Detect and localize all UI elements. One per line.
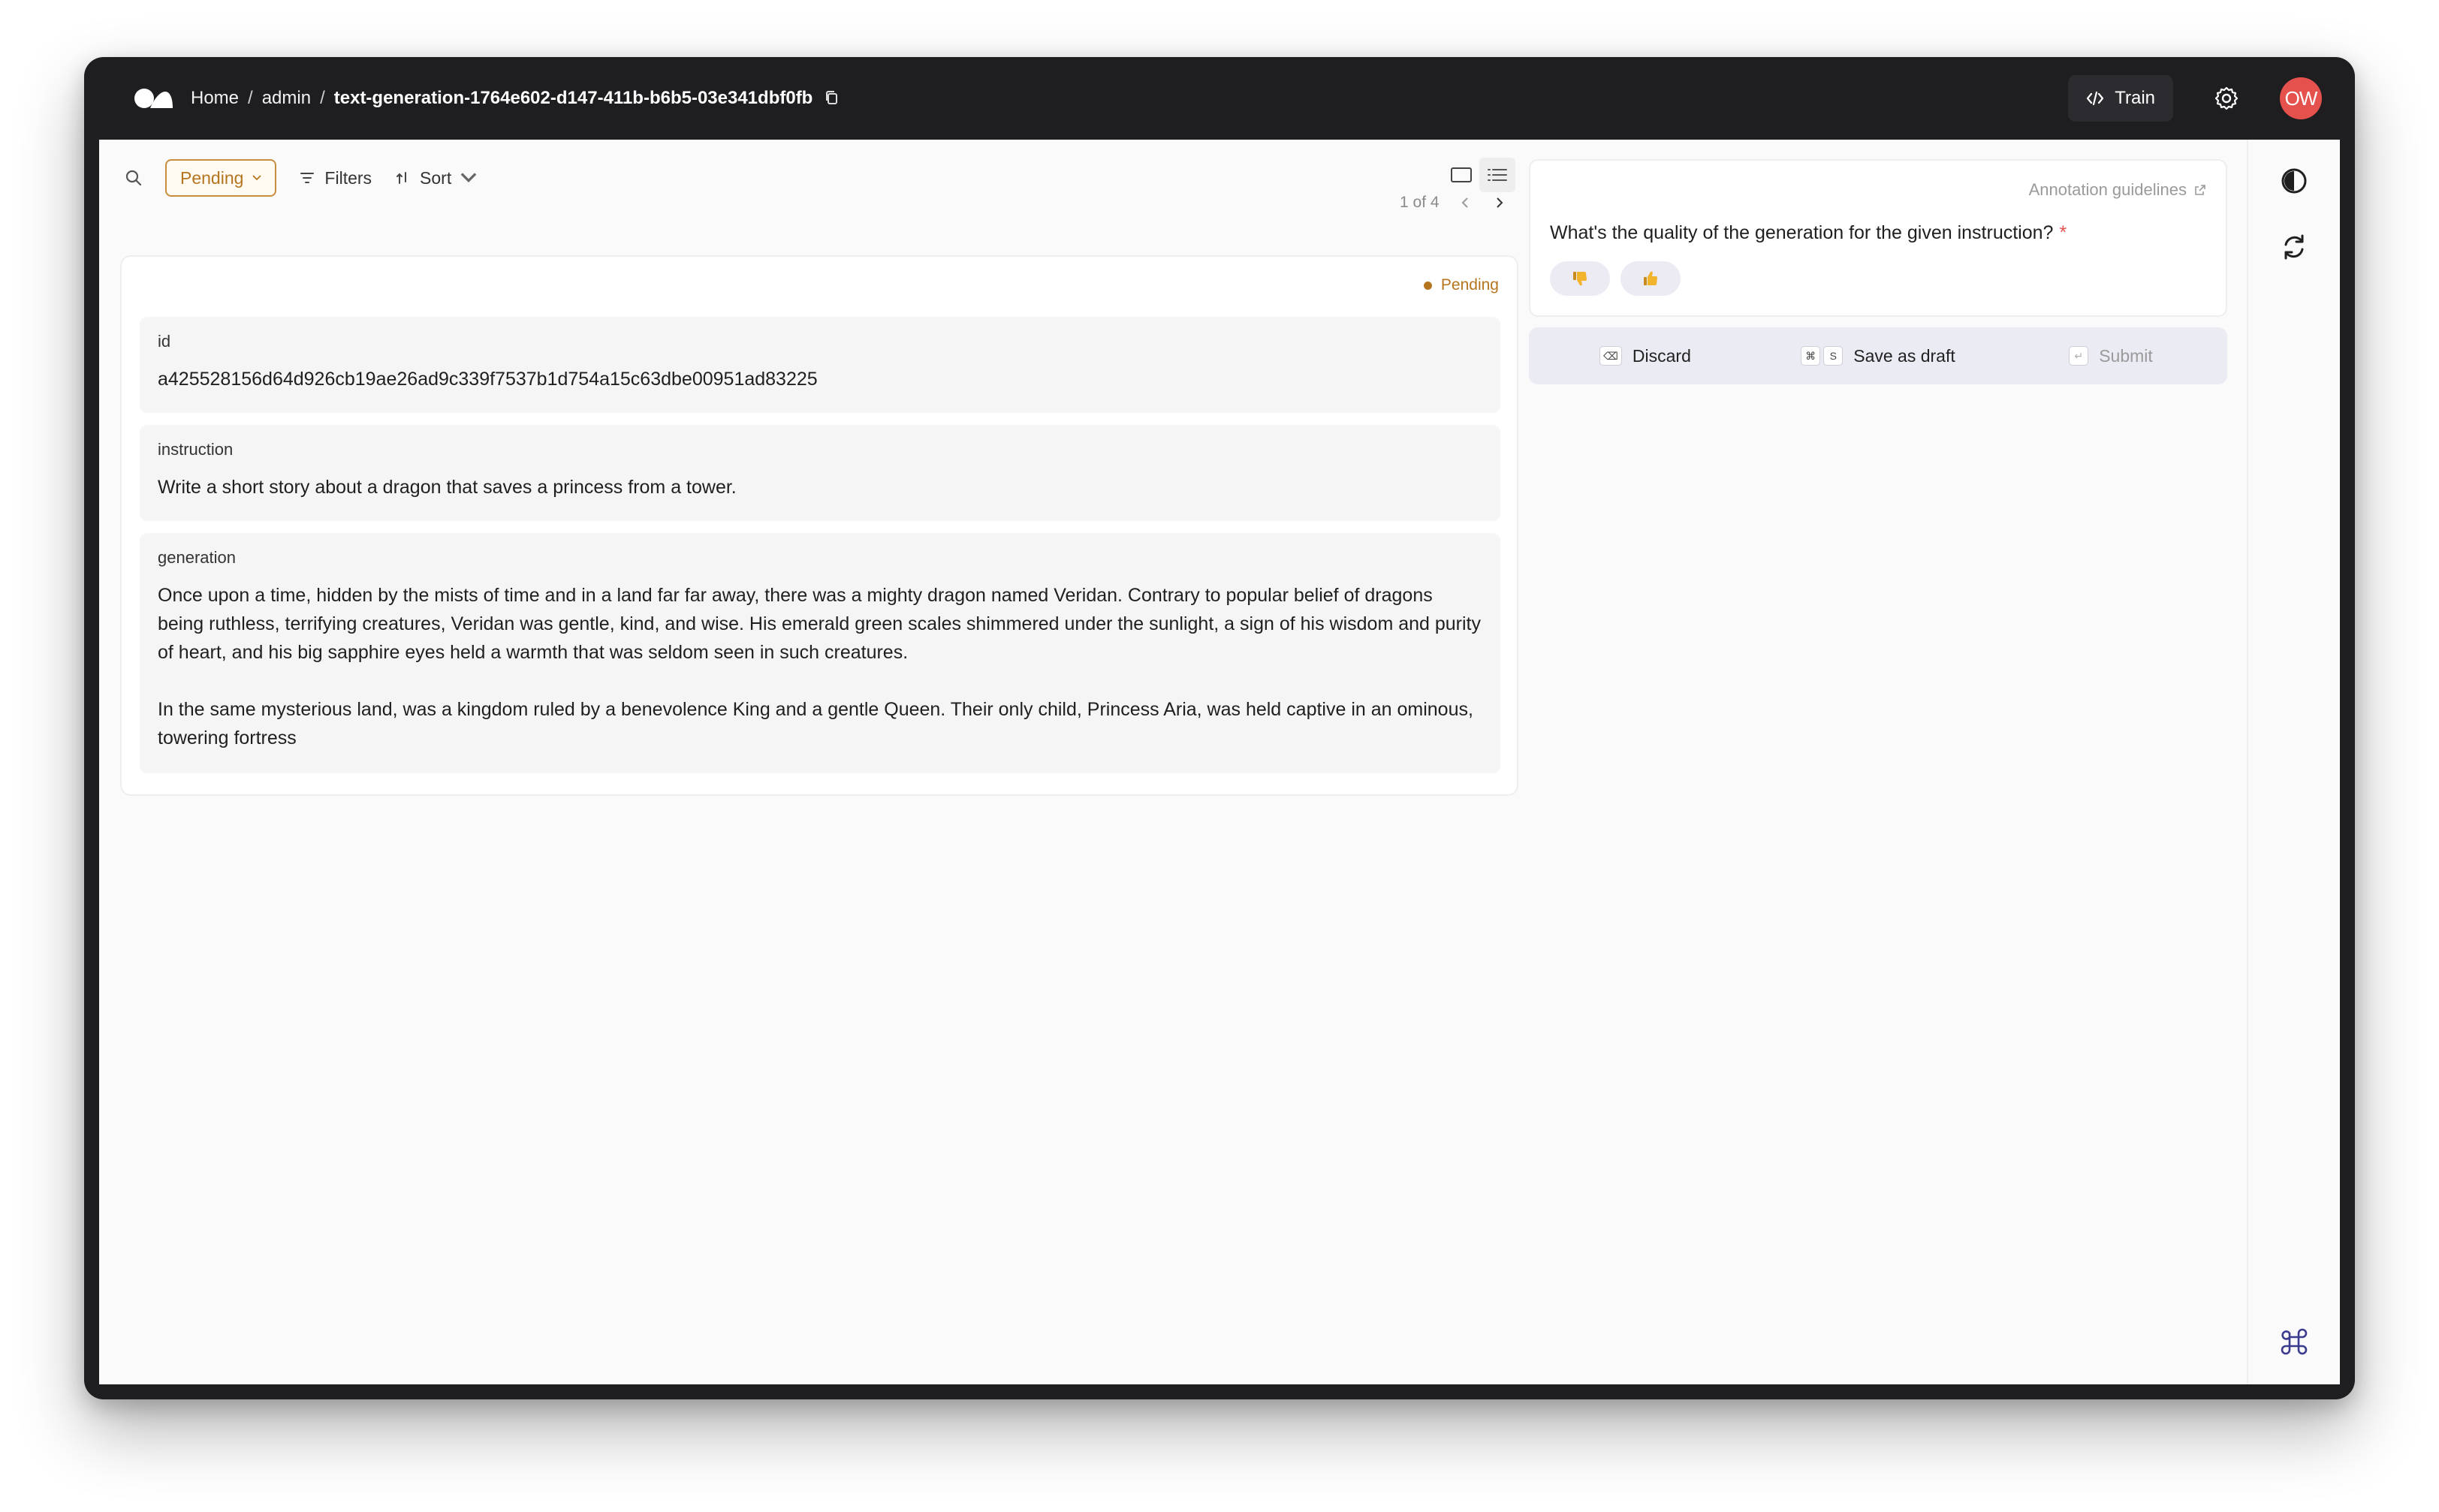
field-label: id — [158, 332, 171, 351]
field-label: generation — [158, 548, 236, 567]
single-view-button[interactable] — [1443, 158, 1479, 192]
app-logo[interactable] — [134, 87, 174, 110]
save-draft-label: Save as draft — [1853, 345, 1955, 366]
field-id: id a425528156d64d926cb19ae26ad9c339f7537… — [140, 317, 1500, 413]
train-button[interactable]: Train — [2068, 75, 2173, 122]
record-card: Pending id a425528156d64d926cb19ae26ad9c… — [120, 255, 1518, 796]
record-toolbar: Pending Filters Sort — [125, 159, 477, 197]
single-card-icon — [1451, 167, 1472, 182]
app-window: Home / admin / text-generation-1764e602-… — [84, 57, 2355, 1399]
command-palette-icon[interactable] — [2280, 1327, 2308, 1356]
copy-icon[interactable] — [825, 90, 840, 107]
status-filter-dropdown[interactable]: Pending — [165, 159, 277, 197]
breadcrumb-separator: / — [320, 88, 325, 108]
required-marker: * — [2059, 222, 2067, 243]
sort-icon — [396, 172, 407, 184]
field-generation: generation Once upon a time, hidden by t… — [140, 533, 1500, 773]
record-status-label: Pending — [1440, 276, 1499, 294]
filter-icon — [300, 173, 315, 183]
list-icon — [1488, 169, 1507, 181]
thumbs-up-icon — [1644, 271, 1657, 285]
field-value: Once upon a time, hidden by the mists of… — [158, 585, 1481, 748]
right-rail — [2247, 140, 2340, 1384]
question-label: What's the quality of the generation for… — [1550, 222, 2054, 243]
filters-button[interactable]: Filters — [299, 168, 372, 188]
chevron-right-icon[interactable] — [1492, 196, 1506, 209]
question-text: What's the quality of the generation for… — [1550, 222, 2067, 244]
user-avatar[interactable]: OW — [2280, 77, 2322, 119]
view-mode-toggle — [1443, 158, 1515, 192]
annotation-actions: ⌫ Discard ⌘ S Save as draft ↵ Submit — [1529, 327, 2227, 384]
bulk-view-button[interactable] — [1479, 158, 1515, 192]
field-label: instruction — [158, 440, 234, 459]
guidelines-label: Annotation guidelines — [2028, 180, 2187, 199]
annotation-guidelines-link[interactable]: Annotation guidelines — [2029, 180, 2206, 200]
breadcrumb-workspace[interactable]: admin — [262, 88, 311, 109]
thumbs-down-icon — [1573, 272, 1587, 286]
filters-label: Filters — [324, 167, 372, 188]
breadcrumb-separator: / — [248, 88, 253, 108]
record-status-badge: Pending — [1423, 276, 1499, 294]
refresh-icon[interactable] — [2280, 233, 2308, 261]
discard-label: Discard — [1632, 345, 1691, 366]
settings-gear-icon[interactable] — [2214, 86, 2239, 111]
draft-shortcut-key: S — [1823, 346, 1844, 366]
submit-shortcut-key: ↵ — [2069, 346, 2089, 366]
breadcrumb-home[interactable]: Home — [191, 88, 239, 109]
field-instruction: instruction Write a short story about a … — [140, 425, 1500, 521]
pagination: 1 of 4 — [1400, 194, 1506, 212]
discard-shortcut-key: ⌫ — [1599, 346, 1622, 366]
draft-shortcut-key: ⌘ — [1801, 346, 1821, 366]
field-value: Write a short story about a dragon that … — [158, 477, 737, 498]
save-draft-button[interactable]: ⌘ S Save as draft — [1762, 346, 1994, 366]
train-label: Train — [2115, 88, 2155, 108]
sort-label: Sort — [420, 167, 452, 188]
discard-button[interactable]: ⌫ Discard — [1529, 346, 1762, 366]
chevron-down-icon — [460, 173, 477, 183]
code-icon — [2087, 91, 2104, 106]
thumbs-down-button[interactable] — [1550, 261, 1610, 296]
field-value: a425528156d64d926cb19ae26ad9c339f7537b1d… — [158, 369, 818, 390]
theme-toggle-icon[interactable] — [2280, 167, 2308, 195]
thumbs-up-button[interactable] — [1620, 261, 1681, 296]
rating-options — [1550, 261, 1681, 296]
main-content: Pending Filters Sort 1 of 4 Pending id a… — [99, 140, 2340, 1384]
breadcrumb-dataset: text-generation-1764e602-d147-411b-b6b5-… — [333, 88, 813, 108]
submit-label: Submit — [2099, 345, 2153, 366]
search-icon[interactable] — [125, 169, 143, 187]
top-bar: Home / admin / text-generation-1764e602-… — [99, 57, 2340, 140]
status-dot — [1423, 281, 1432, 290]
external-link-icon — [2195, 185, 2205, 195]
status-filter-value: Pending — [180, 167, 244, 188]
submit-button[interactable]: ↵ Submit — [1994, 346, 2227, 366]
chevron-left-icon[interactable] — [1459, 196, 1473, 209]
sort-button[interactable]: Sort — [394, 168, 477, 188]
chevron-down-icon — [252, 175, 262, 181]
pagination-text: 1 of 4 — [1400, 194, 1440, 211]
question-card: Annotation guidelines What's the quality… — [1529, 159, 2227, 317]
